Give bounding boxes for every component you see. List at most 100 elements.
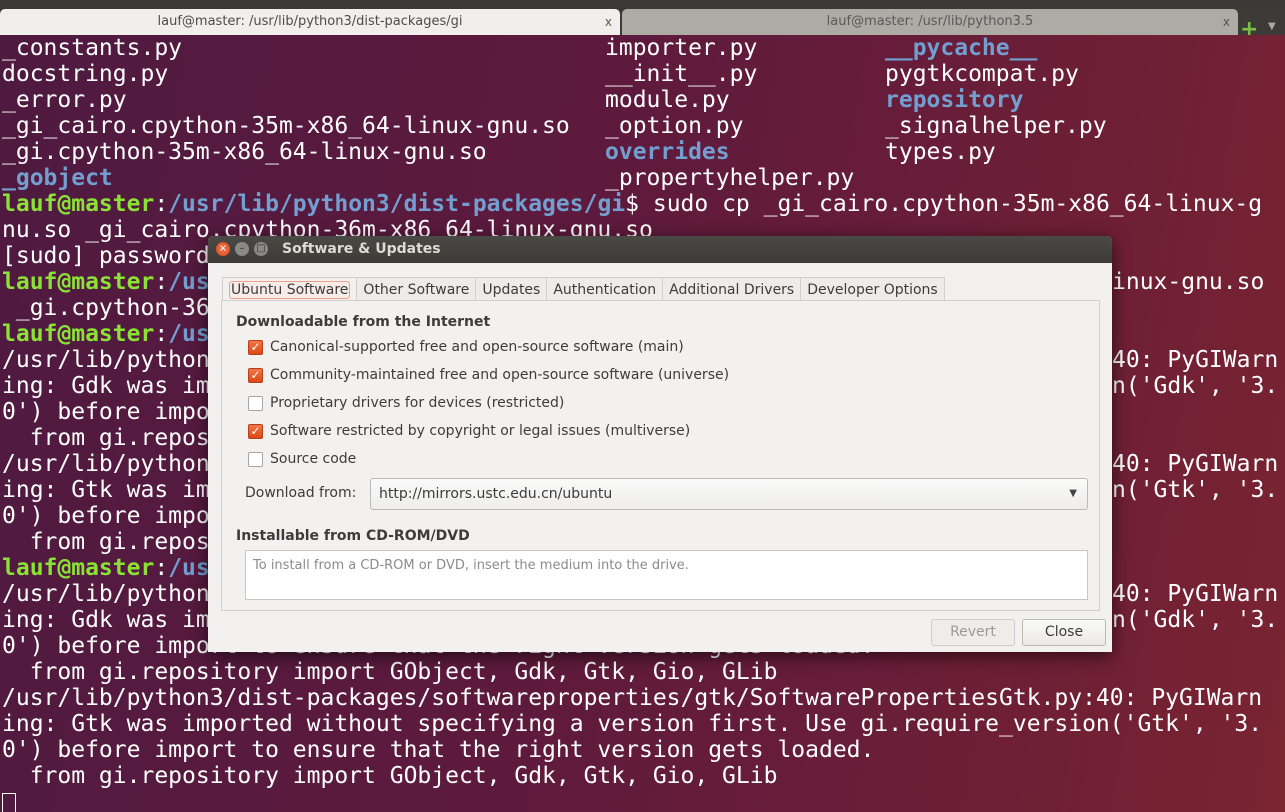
- maximize-icon[interactable]: □: [254, 242, 268, 256]
- terminal-text: _gi.cpython-36: [2, 295, 210, 321]
- cdrom-list[interactable]: To install from a CD-ROM or DVD, insert …: [245, 550, 1088, 600]
- tab-additional-drivers[interactable]: Additional Drivers: [662, 277, 802, 301]
- terminal-text: /usr/lib/python: [2, 451, 210, 477]
- directory-name: __pycache__: [885, 35, 1038, 61]
- terminal-text: 0') before impo: [2, 399, 210, 425]
- tab-label: Additional Drivers: [669, 282, 795, 298]
- terminal-text: /usr/lib/python: [2, 581, 210, 607]
- terminal-text: 0') before import to ensure that the rig…: [2, 737, 875, 763]
- section-internet-heading: Downloadable from the Internet: [236, 314, 491, 330]
- prompt-user: lauf@master: [2, 321, 155, 347]
- software-updates-dialog: × – □ Software & Updates Ubuntu Software…: [208, 236, 1112, 652]
- terminal-cursor: [2, 793, 16, 812]
- file-name: importer.py: [605, 35, 758, 61]
- file-name: _option.py: [605, 113, 744, 139]
- terminal-text: from gi.repository import GObject, Gdk, …: [2, 659, 778, 685]
- tab-title: lauf@master: /usr/lib/python3/dist-packa…: [157, 14, 463, 29]
- download-from-label: Download from:: [245, 485, 357, 501]
- checkbox[interactable]: ✓: [248, 339, 263, 355]
- prompt-user: lauf@master: [2, 555, 155, 581]
- file-name: _error.py: [2, 87, 127, 113]
- terminal-text: 0') before impo: [2, 503, 210, 529]
- checkbox-label: Software restricted by copyright or lega…: [270, 423, 691, 439]
- checkbox-label: Community-maintained free and open-sourc…: [270, 367, 730, 383]
- ls-row: docstring.py __init__.py pygtkcompat.py: [2, 61, 1079, 87]
- terminal-line: /usr/lib/python3/dist-packages/softwarep…: [2, 685, 1282, 711]
- terminal-text-right: 40: PyGIWarn: [1112, 581, 1279, 607]
- tab-ubuntu-software[interactable]: Ubuntu Software: [222, 277, 358, 302]
- file-name: _propertyhelper.py: [605, 165, 855, 191]
- dialog-title-bar: × – □ Software & Updates: [208, 236, 1112, 263]
- download-from-select[interactable]: http://mirrors.ustc.edu.cn/ubuntu ▼: [370, 478, 1088, 510]
- checkbox-row[interactable]: ✓ Software restricted by copyright or leg…: [248, 421, 690, 441]
- terminal-text: from gi.repos: [2, 529, 210, 555]
- terminal-text: from gi.repository import GObject, Gdk, …: [2, 763, 778, 789]
- terminal-text-right: inux-gnu.so: [1112, 269, 1265, 295]
- terminal-text-right: 40: PyGIWarn: [1112, 451, 1279, 477]
- chevron-down-icon[interactable]: ▼: [1268, 21, 1276, 32]
- terminal-text: ing: Gtk was im: [2, 477, 210, 503]
- prompt-user: lauf@master: [2, 191, 155, 217]
- checkbox-row[interactable]: ✓ Community-maintained free and open-sour…: [248, 365, 729, 385]
- prompt-path: /us: [168, 555, 210, 581]
- terminal-text-right: 40: PyGIWarn: [1112, 347, 1279, 373]
- terminal-text-right: n('Gtk', '3.: [1112, 477, 1279, 503]
- prompt-path: /usr/lib/python3/dist-packages/gi: [168, 191, 626, 217]
- terminal-text-right: n('Gdk', '3.: [1112, 373, 1279, 399]
- terminal-text: ing: Gtk was imported without specifying…: [2, 711, 1263, 737]
- revert-button[interactable]: Revert: [931, 619, 1015, 646]
- tab-authentication[interactable]: Authentication: [546, 277, 664, 301]
- terminal-text: /usr/lib/python: [2, 347, 210, 373]
- terminal-text: ing: Gdk was im: [2, 607, 210, 633]
- tab-label: Authentication: [553, 282, 657, 298]
- file-name: docstring.py: [2, 61, 169, 87]
- file-name: _gi.cpython-35m-x86_64-linux-gnu.so: [2, 139, 487, 165]
- checkbox[interactable]: [248, 451, 263, 467]
- prompt-user: lauf@master: [2, 269, 155, 295]
- close-button[interactable]: Close: [1022, 619, 1106, 646]
- terminal-line: lauf@master:/usr/lib/python3/dist-packag…: [2, 191, 1282, 217]
- terminal-text: :: [154, 555, 169, 581]
- checkbox-label: Proprietary drivers for devices (restric…: [270, 395, 565, 411]
- tab-title: lauf@master: /usr/lib/python3.5: [826, 14, 1034, 29]
- checkbox-row[interactable]: ✓ Canonical-supported free and open-sourc…: [248, 337, 684, 357]
- terminal-line: from gi.repository import GObject, Gdk, …: [2, 659, 1282, 685]
- checkbox[interactable]: ✓: [248, 367, 263, 383]
- checkbox-row[interactable]: Proprietary drivers for devices (restric…: [248, 393, 564, 413]
- checkbox-row[interactable]: Source code: [248, 449, 356, 469]
- ls-row: _gi.cpython-35m-x86_64-linux-gnu.so overr…: [2, 139, 996, 165]
- tab-developer-options[interactable]: Developer Options: [800, 277, 945, 301]
- file-name: types.py: [885, 139, 996, 165]
- ls-row: _error.py module.py repository: [2, 87, 1023, 113]
- prompt-path: /us: [168, 269, 210, 295]
- dialog-title: Software & Updates: [282, 241, 441, 257]
- terminal-line: from gi.repository import GObject, Gdk, …: [2, 763, 1282, 789]
- checkbox-label: Canonical-supported free and open-source…: [270, 339, 684, 355]
- close-icon[interactable]: ×: [216, 242, 230, 256]
- tab-label: Ubuntu Software: [229, 281, 351, 299]
- terminal-tab-python35[interactable]: lauf@master: /usr/lib/python3.5 x: [622, 9, 1238, 35]
- tab-updates[interactable]: Updates: [475, 277, 548, 301]
- terminal-tab-gi[interactable]: lauf@master: /usr/lib/python3/dist-packa…: [0, 9, 620, 35]
- file-name: _constants.py: [2, 35, 183, 61]
- terminal-text: [sudo] password: [2, 243, 210, 269]
- terminal-tab-bar: lauf@master: /usr/lib/python3/dist-packa…: [0, 9, 1285, 41]
- tab-close-icon[interactable]: x: [1223, 9, 1230, 35]
- tab-other-software[interactable]: Other Software: [356, 277, 477, 301]
- terminal-line: 0') before import to ensure that the rig…: [2, 737, 1282, 763]
- tab-label: Developer Options: [807, 282, 938, 298]
- dropdown-arrow-icon: ▼: [1069, 488, 1077, 499]
- checkbox[interactable]: [248, 395, 263, 411]
- terminal-text-right: n('Gdk', '3.: [1112, 607, 1279, 633]
- minimize-icon[interactable]: –: [235, 242, 249, 256]
- file-name: pygtkcompat.py: [885, 61, 1079, 87]
- directory-name: overrides: [605, 139, 730, 165]
- ubuntu-software-panel: Downloadable from the Internet ✓ Canonica…: [221, 300, 1100, 611]
- terminal-text: :: [154, 269, 169, 295]
- checkbox[interactable]: ✓: [248, 423, 263, 439]
- prompt-path: /us: [168, 321, 210, 347]
- terminal-text: :: [154, 191, 169, 217]
- terminal-text: /usr/lib/python3/dist-packages/softwarep…: [2, 685, 1263, 711]
- tab-close-icon[interactable]: x: [605, 9, 612, 35]
- terminal-text: ing: Gdk was im: [2, 373, 210, 399]
